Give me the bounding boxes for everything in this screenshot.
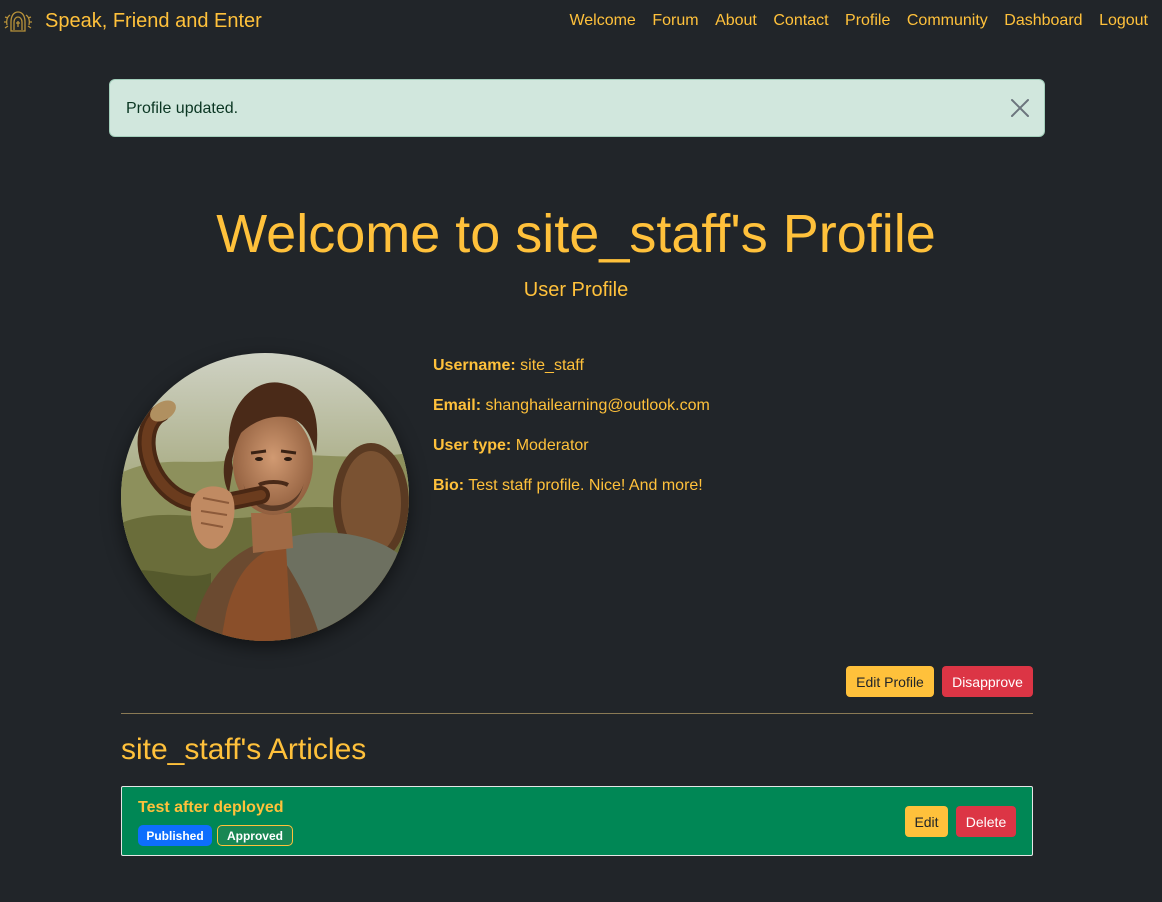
brand-logo-icon[interactable] (4, 9, 32, 35)
edit-profile-button[interactable]: Edit Profile (846, 666, 934, 697)
profile-email: Email: shanghailearning@outlook.com (433, 397, 710, 415)
navbar: Speak, Friend and Enter Welcome Forum Ab… (0, 0, 1162, 44)
article-title[interactable]: Test after deployed (138, 799, 284, 817)
email-label: Email: (433, 397, 482, 414)
disapprove-button[interactable]: Disapprove (942, 666, 1033, 697)
username-value: site_staff (520, 357, 584, 374)
success-alert: Profile updated. (109, 79, 1045, 137)
article-card: Test after deployed Published Approved E… (121, 786, 1033, 856)
email-value: shanghailearning@outlook.com (485, 397, 710, 414)
close-icon[interactable] (1010, 98, 1030, 118)
bio-label: Bio: (433, 477, 465, 494)
page-title: Welcome to site_staff's Profile (216, 204, 936, 264)
profile-username: Username: site_staff (433, 357, 584, 375)
published-badge: Published (138, 825, 212, 846)
brand-name[interactable]: Speak, Friend and Enter (45, 10, 262, 33)
article-edit-button[interactable]: Edit (905, 806, 948, 837)
nav-link-contact[interactable]: Contact (773, 12, 828, 30)
nav-link-community[interactable]: Community (907, 12, 988, 30)
profile-bio: Bio: Test staff profile. Nice! And more! (433, 477, 703, 495)
nav-link-forum[interactable]: Forum (652, 12, 698, 30)
user-type-label: User type: (433, 437, 512, 454)
approved-badge: Approved (217, 825, 293, 846)
nav-link-dashboard[interactable]: Dashboard (1004, 12, 1082, 30)
profile-user-type: User type: Moderator (433, 437, 589, 455)
nav-link-welcome[interactable]: Welcome (569, 12, 635, 30)
bio-value: Test staff profile. Nice! And more! (468, 477, 703, 494)
nav-link-logout[interactable]: Logout (1099, 12, 1148, 30)
nav-link-profile[interactable]: Profile (845, 12, 890, 30)
alert-message: Profile updated. (126, 100, 239, 117)
page-subtitle: User Profile (523, 279, 629, 301)
divider (121, 713, 1033, 714)
articles-heading: site_staff's Articles (121, 733, 367, 766)
user-type-value: Moderator (515, 437, 589, 454)
nav-links: Welcome Forum About Contact Profile Comm… (553, 12, 1148, 30)
avatar (121, 353, 409, 641)
username-label: Username: (433, 357, 516, 374)
article-delete-button[interactable]: Delete (956, 806, 1016, 837)
nav-link-about[interactable]: About (715, 12, 757, 30)
